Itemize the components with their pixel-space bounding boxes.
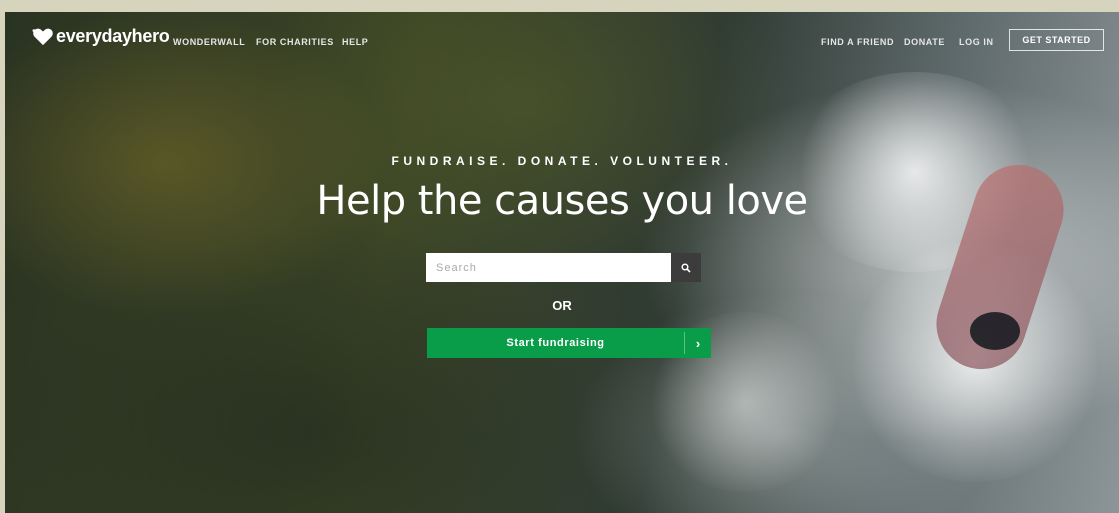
search-input[interactable]: [426, 253, 671, 282]
hero-tagline: FUNDRAISE. DONATE. VOLUNTEER.: [391, 154, 733, 168]
start-fundraising-button[interactable]: Start fundraising ›: [427, 328, 711, 358]
get-started-button[interactable]: GET STARTED: [1009, 29, 1104, 51]
heart-logo-icon: [32, 28, 53, 45]
start-fundraising-label: Start fundraising: [506, 337, 605, 349]
nav-link-for-charities[interactable]: FOR CHARITIES: [256, 37, 334, 47]
brand-logo[interactable]: everydayhero: [32, 26, 170, 47]
nav-link-wonderwall[interactable]: WONDERWALL: [173, 37, 245, 47]
brand-name: everydayhero: [56, 26, 170, 46]
hero-background: everydayhero WONDERWALL FOR CHARITIES HE…: [5, 12, 1119, 513]
or-divider: OR: [552, 298, 572, 313]
search-bar: [426, 253, 701, 282]
nav-link-help[interactable]: HELP: [342, 37, 368, 47]
nav-link-find-a-friend[interactable]: FIND A FRIEND: [821, 37, 894, 47]
search-button[interactable]: [671, 253, 701, 282]
nav-link-donate[interactable]: DONATE: [904, 37, 945, 47]
search-icon: [681, 262, 691, 273]
hero-headline: Help the causes you love: [316, 178, 808, 224]
top-nav: everydayhero WONDERWALL FOR CHARITIES HE…: [5, 12, 1119, 68]
chevron-right-icon: ›: [695, 335, 701, 351]
swimmer-head: [970, 312, 1020, 350]
nav-link-log-in[interactable]: LOG IN: [959, 37, 994, 47]
